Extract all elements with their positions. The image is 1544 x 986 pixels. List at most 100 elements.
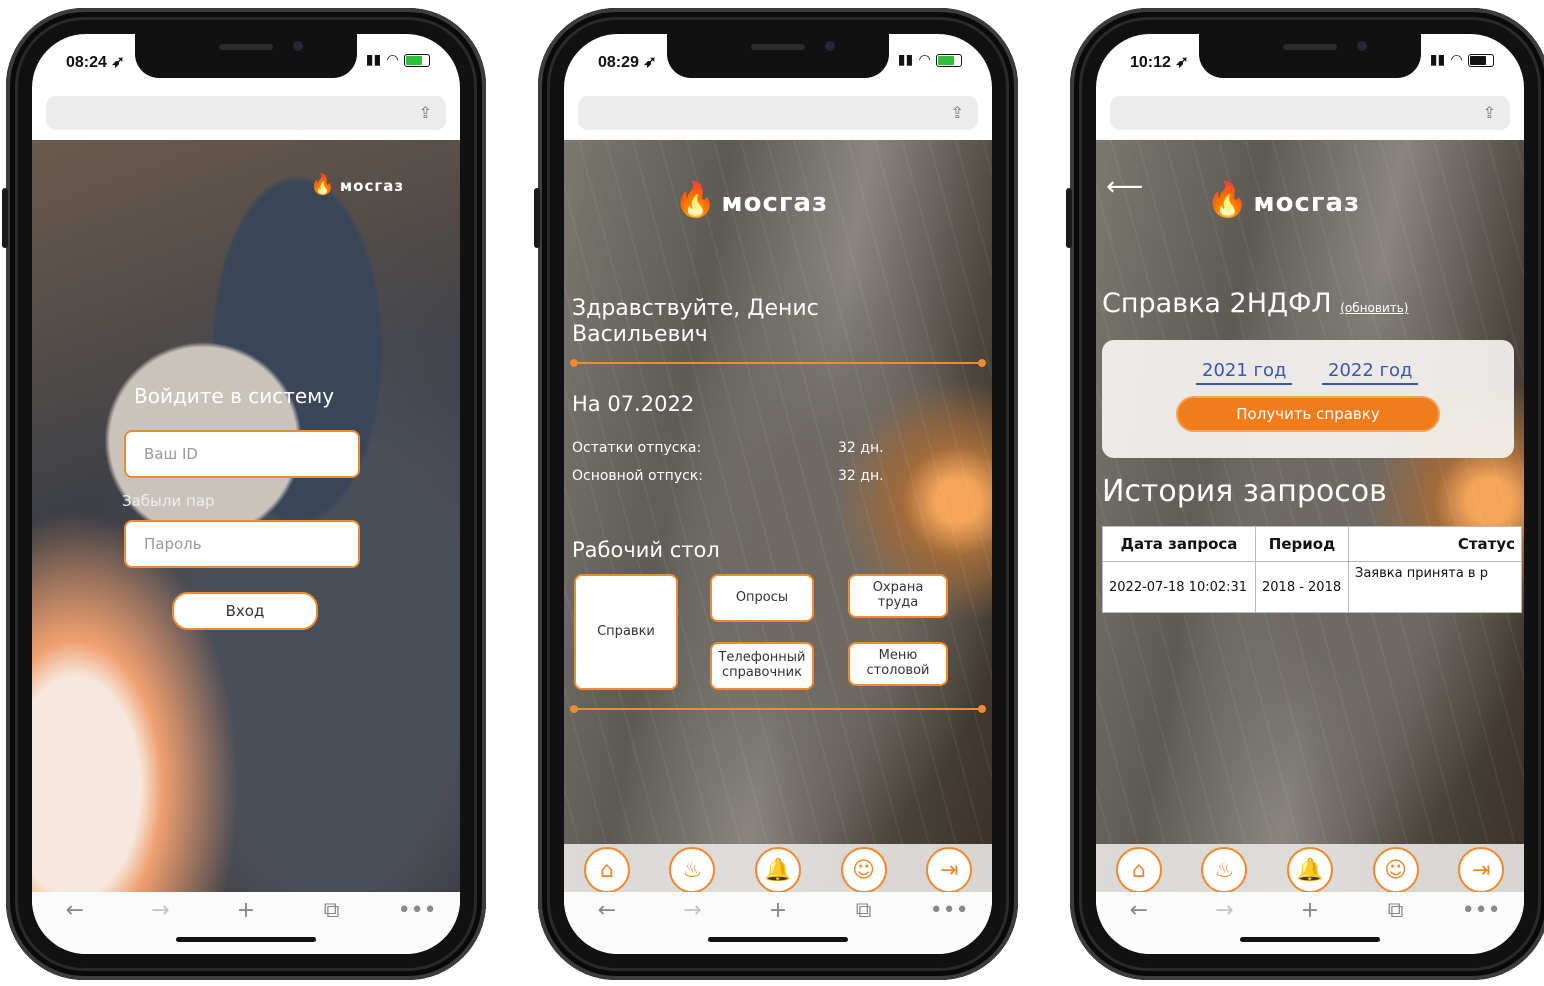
wifi-icon: ◠ bbox=[387, 52, 398, 68]
id-input[interactable]: Ваш ID bbox=[124, 430, 360, 478]
tabs-icon[interactable]: ⧉ bbox=[312, 898, 352, 923]
safari-toolbar: ← → + ⧉ ••• bbox=[1096, 892, 1524, 954]
year-2022-link[interactable]: 2022 год bbox=[1322, 360, 1419, 385]
tile-okhrana-truda[interactable]: Охрана труда bbox=[848, 574, 948, 618]
app-bottom-nav: ⌂ ♨ 🔔 ☺ ⇥ bbox=[564, 844, 992, 892]
desktop-heading: Рабочий стол bbox=[572, 538, 720, 562]
wifi-icon: ◠ bbox=[919, 52, 930, 68]
phone-ndfl: 10:12 ➶ ▮▮ ◠ ⇪ ⟵ 🔥 мосгаз Справка 2НДФЛ (… bbox=[1066, 8, 1544, 980]
vacation-remaining-label: Остатки отпуска: bbox=[572, 440, 702, 456]
tabs-icon[interactable]: ⧉ bbox=[844, 898, 884, 923]
mosgaz-logo: 🔥 мосгаз bbox=[1206, 180, 1360, 220]
year-2021-link[interactable]: 2021 год bbox=[1196, 360, 1293, 385]
phone-screen: 08:29 ➶ ▮▮ ◠ ⇪ 🔥 мосгаз Здравствуйте, Ден… bbox=[564, 34, 992, 954]
home-icon[interactable]: ⌂ bbox=[1115, 847, 1162, 892]
notch bbox=[667, 34, 889, 78]
url-bar[interactable]: ⇪ bbox=[578, 96, 978, 130]
login-content: 🔥 мосгаз Войдите в систему Ваш ID Забыли … bbox=[32, 140, 460, 892]
share-icon[interactable]: ⇪ bbox=[951, 103, 964, 122]
logo-text: мосгаз bbox=[339, 177, 405, 195]
new-tab-icon[interactable]: + bbox=[1290, 898, 1330, 923]
table-row: 2022-07-18 10:02:31 2018 - 2018 Заявка п… bbox=[1102, 561, 1522, 613]
logout-icon[interactable]: ⇥ bbox=[1458, 847, 1505, 892]
status-icons: ▮▮ ◠ bbox=[1430, 52, 1494, 68]
mosgaz-logo: 🔥 мосгаз bbox=[310, 172, 404, 196]
get-certificate-button[interactable]: Получить справку bbox=[1176, 396, 1440, 432]
status-time: 08:24 ➶ bbox=[66, 54, 125, 71]
safari-toolbar: ← → + ⧉ ••• bbox=[564, 892, 992, 954]
home-indicator bbox=[176, 937, 316, 942]
forward-icon[interactable]: → bbox=[140, 898, 180, 923]
new-tab-icon[interactable]: + bbox=[758, 898, 798, 923]
more-icon[interactable]: ••• bbox=[397, 898, 437, 923]
column-header-status: Статус bbox=[1348, 526, 1522, 562]
tabs-icon[interactable]: ⧉ bbox=[1376, 898, 1416, 923]
logo-text: мосгаз bbox=[721, 188, 829, 218]
greeting: Здравствуйте, Денис Васильевич bbox=[572, 296, 819, 348]
cell-status: Заявка принята в р bbox=[1348, 561, 1522, 613]
bell-icon[interactable]: 🔔 bbox=[1286, 847, 1333, 892]
tile-phonebook[interactable]: Телефонный справочник bbox=[710, 642, 814, 690]
flame-nav-icon[interactable]: ♨ bbox=[669, 847, 716, 892]
forgot-password-link[interactable]: Забыли пар bbox=[122, 492, 215, 510]
back-icon[interactable]: ← bbox=[587, 898, 627, 923]
forward-icon[interactable]: → bbox=[672, 898, 712, 923]
new-tab-icon[interactable]: + bbox=[226, 898, 266, 923]
profile-icon[interactable]: ☺ bbox=[840, 847, 887, 892]
home-icon[interactable]: ⌂ bbox=[583, 847, 630, 892]
request-panel: 2021 год 2022 год Получить справку bbox=[1102, 340, 1514, 458]
back-arrow-icon[interactable]: ⟵ bbox=[1106, 172, 1143, 202]
home-indicator bbox=[708, 937, 848, 942]
share-icon[interactable]: ⇪ bbox=[419, 103, 432, 122]
battery-icon bbox=[936, 53, 962, 67]
safari-toolbar: ← → + ⧉ ••• bbox=[32, 892, 460, 954]
flame-icon: 🔥 bbox=[1206, 180, 1250, 220]
app-bottom-nav: ⌂ ♨ 🔔 ☺ ⇥ bbox=[1096, 844, 1524, 892]
tile-spravki[interactable]: Справки bbox=[574, 574, 678, 690]
more-icon[interactable]: ••• bbox=[929, 898, 969, 923]
url-bar[interactable]: ⇪ bbox=[1110, 96, 1510, 130]
status-time: 08:29 ➶ bbox=[598, 54, 657, 71]
back-icon[interactable]: ← bbox=[1119, 898, 1159, 923]
divider-top bbox=[570, 359, 986, 367]
column-header-period: Период bbox=[1255, 526, 1349, 562]
status-icons: ▮▮ ◠ bbox=[898, 52, 962, 68]
history-table: Дата запроса Период Статус 2022-07-18 10… bbox=[1102, 526, 1522, 613]
more-icon[interactable]: ••• bbox=[1461, 898, 1501, 923]
forward-icon[interactable]: → bbox=[1204, 898, 1244, 923]
notch bbox=[135, 34, 357, 78]
phone-dashboard: 08:29 ➶ ▮▮ ◠ ⇪ 🔥 мосгаз Здравствуйте, Ден… bbox=[534, 8, 1018, 980]
tile-oprosy[interactable]: Опросы bbox=[710, 574, 814, 622]
signal-icon: ▮▮ bbox=[1429, 52, 1446, 68]
bell-icon[interactable]: 🔔 bbox=[754, 847, 801, 892]
cell-date: 2022-07-18 10:02:31 bbox=[1102, 561, 1256, 613]
cell-period: 2018 - 2018 bbox=[1255, 561, 1349, 613]
vacation-remaining-value: 32 дн. bbox=[838, 440, 884, 456]
phone-login: 08:24 ➶ ▮▮ ◠ ⇪ 🔥 мосгаз Войдите в систему… bbox=[2, 8, 486, 980]
phone-screen: 08:24 ➶ ▮▮ ◠ ⇪ 🔥 мосгаз Войдите в систему… bbox=[32, 34, 460, 954]
refresh-link[interactable]: (обновить) bbox=[1340, 301, 1408, 315]
mosgaz-logo: 🔥 мосгаз bbox=[674, 180, 828, 220]
divider-bottom bbox=[570, 705, 986, 713]
password-input[interactable]: Пароль bbox=[124, 520, 360, 568]
wifi-icon: ◠ bbox=[1451, 52, 1462, 68]
url-bar[interactable]: ⇪ bbox=[46, 96, 446, 130]
column-header-date: Дата запроса bbox=[1102, 526, 1256, 562]
tile-canteen-menu[interactable]: Меню столовой bbox=[848, 642, 948, 686]
back-icon[interactable]: ← bbox=[55, 898, 95, 923]
notch bbox=[1199, 34, 1421, 78]
title-text: Справка 2НДФЛ bbox=[1102, 288, 1332, 319]
signal-icon: ▮▮ bbox=[365, 52, 382, 68]
login-button[interactable]: Вход bbox=[172, 592, 318, 630]
profile-icon[interactable]: ☺ bbox=[1372, 847, 1419, 892]
logout-icon[interactable]: ⇥ bbox=[926, 847, 973, 892]
battery-icon bbox=[404, 53, 430, 67]
status-icons: ▮▮ ◠ bbox=[366, 52, 430, 68]
battery-icon bbox=[1468, 53, 1494, 67]
flame-nav-icon[interactable]: ♨ bbox=[1201, 847, 1248, 892]
flame-icon: 🔥 bbox=[674, 180, 718, 220]
vacation-main-label: Основной отпуск: bbox=[572, 468, 703, 484]
flame-icon: 🔥 bbox=[310, 172, 336, 196]
status-time: 10:12 ➶ bbox=[1130, 54, 1189, 71]
share-icon[interactable]: ⇪ bbox=[1483, 103, 1496, 122]
